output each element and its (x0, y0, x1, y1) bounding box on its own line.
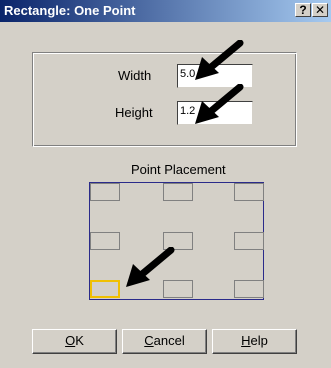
width-label: Width (118, 68, 152, 83)
point-top-center[interactable] (163, 183, 193, 201)
point-placement-label: Point Placement (131, 162, 226, 177)
ok-button[interactable]: OK (32, 329, 117, 354)
help-accelerator: H (241, 333, 251, 348)
arrow-pointer-icon (195, 40, 244, 80)
help-titlebar-button[interactable]: ? (295, 3, 311, 17)
point-placement-frame (89, 182, 264, 300)
point-bottom-right[interactable] (234, 280, 264, 298)
rectangle-one-point-dialog: Rectangle: One Point ? ✕ Width 5.0 Heigh… (0, 0, 331, 368)
point-top-right[interactable] (234, 183, 264, 201)
cancel-button[interactable]: Cancel (122, 329, 207, 354)
arrow-pointer-icon (126, 247, 175, 287)
cancel-label-rest: ancel (153, 333, 185, 348)
point-top-left[interactable] (90, 183, 120, 201)
arrow-pointer-icon (195, 84, 244, 124)
help-button[interactable]: Help (212, 329, 297, 354)
ok-label-rest: K (75, 333, 84, 348)
height-label: Height (115, 105, 153, 120)
help-label-rest: elp (250, 333, 268, 348)
point-middle-left[interactable] (90, 232, 120, 250)
size-group (32, 52, 297, 147)
close-button[interactable]: ✕ (312, 3, 328, 17)
title-bar[interactable]: Rectangle: One Point ? ✕ (0, 0, 331, 22)
point-bottom-left[interactable] (90, 280, 120, 298)
cancel-accelerator: C (144, 333, 154, 348)
point-middle-right[interactable] (234, 232, 264, 250)
dialog-title: Rectangle: One Point (4, 3, 136, 18)
ok-accelerator: O (65, 333, 76, 348)
